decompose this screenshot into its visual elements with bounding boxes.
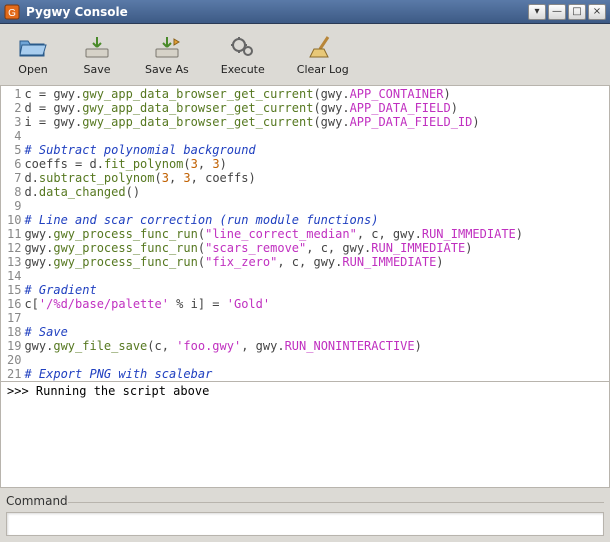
open-label: Open bbox=[18, 63, 47, 76]
close-button[interactable]: × bbox=[588, 4, 606, 20]
save-label: Save bbox=[83, 63, 110, 76]
save-button[interactable]: Save bbox=[74, 30, 120, 79]
execute-label: Execute bbox=[221, 63, 265, 76]
command-section: Command bbox=[0, 488, 610, 542]
save-drive-icon bbox=[81, 33, 113, 61]
command-label: Command bbox=[6, 494, 604, 508]
window-title: Pygwy Console bbox=[26, 5, 526, 19]
save-as-drive-icon bbox=[151, 33, 183, 61]
code-gutter: 1 2 3 4 5 6 7 8 9 10 11 12 13 14 15 16 1… bbox=[1, 86, 24, 381]
output-log[interactable]: >>> Running the script above bbox=[0, 382, 610, 488]
maximize-button[interactable]: □ bbox=[568, 4, 586, 20]
execute-button[interactable]: Execute bbox=[214, 30, 272, 79]
clear-log-label: Clear Log bbox=[297, 63, 349, 76]
code-body[interactable]: c = gwy.gwy_app_data_browser_get_current… bbox=[24, 86, 609, 381]
clear-broom-icon bbox=[307, 33, 339, 61]
toolbar: Open Save Save As Execute Clear Log bbox=[0, 24, 610, 86]
clear-log-button[interactable]: Clear Log bbox=[290, 30, 356, 79]
open-folder-icon bbox=[17, 33, 49, 61]
execute-gears-icon bbox=[227, 33, 259, 61]
save-as-label: Save As bbox=[145, 63, 189, 76]
title-bar: G Pygwy Console ▾ — □ × bbox=[0, 0, 610, 24]
code-editor[interactable]: 1 2 3 4 5 6 7 8 9 10 11 12 13 14 15 16 1… bbox=[0, 86, 610, 382]
command-input[interactable] bbox=[6, 512, 604, 536]
svg-text:G: G bbox=[8, 8, 16, 19]
roll-up-button[interactable]: ▾ bbox=[528, 4, 546, 20]
minimize-button[interactable]: — bbox=[548, 4, 566, 20]
divider bbox=[68, 502, 604, 503]
save-as-button[interactable]: Save As bbox=[138, 30, 196, 79]
app-icon: G bbox=[4, 4, 20, 20]
open-button[interactable]: Open bbox=[10, 30, 56, 79]
